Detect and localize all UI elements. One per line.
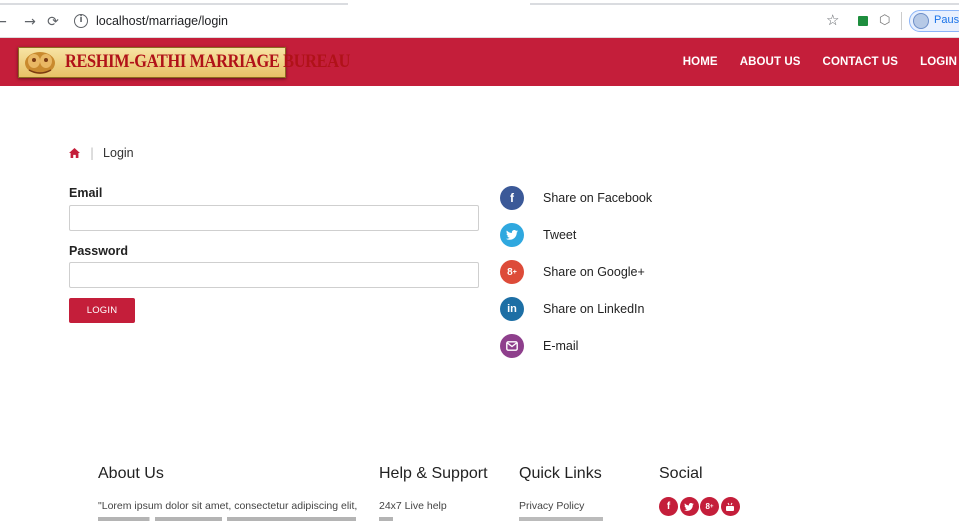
footer-about-heading: About Us xyxy=(98,465,164,482)
youtube-icon[interactable] xyxy=(720,497,740,516)
logo-emblem-icon xyxy=(25,52,55,74)
browser-toolbar: ← → ⟳ i localhost/marriage/login ☆ ⬡ Pau… xyxy=(0,0,959,38)
footer-quick-heading: Quick Links xyxy=(519,465,602,482)
nav-home[interactable]: HOME xyxy=(683,56,718,68)
footer-help-heading: Help & Support xyxy=(379,465,488,482)
bookmark-star-icon[interactable]: ☆ xyxy=(826,11,839,29)
google-plus-icon: 8 + xyxy=(500,260,524,284)
share-email-label: E-mail xyxy=(543,339,579,353)
nav-about-us[interactable]: ABOUT US xyxy=(740,56,801,68)
site-info-icon[interactable]: i xyxy=(74,14,88,28)
address-bar[interactable]: localhost/marriage/login xyxy=(96,14,228,28)
back-button[interactable]: ← xyxy=(0,14,8,30)
password-field[interactable] xyxy=(69,262,479,288)
forward-button[interactable]: → xyxy=(23,14,37,30)
home-icon[interactable] xyxy=(69,148,80,158)
extension-icon[interactable] xyxy=(858,16,868,26)
email-field[interactable] xyxy=(69,205,479,231)
share-linkedin[interactable]: in Share on LinkedIn xyxy=(500,297,644,321)
breadcrumb-current: Login xyxy=(103,146,134,160)
tab-edge xyxy=(530,3,959,5)
share-email[interactable]: E-mail xyxy=(500,334,578,358)
tab-edge xyxy=(0,3,348,5)
share-facebook-label: Share on Facebook xyxy=(543,191,653,205)
footer-quick-item[interactable]: Privacy Policy xyxy=(519,500,584,512)
share-google-plus[interactable]: 8 + Share on Google+ xyxy=(500,260,645,284)
main-nav: HOME ABOUT US CONTACT US LOGIN xyxy=(683,38,959,86)
login-button[interactable]: LOGIN xyxy=(69,298,135,323)
google-plus-icon[interactable]: 8 + xyxy=(700,497,719,516)
footer-help-item-more[interactable] xyxy=(379,516,399,521)
linkedin-icon: in xyxy=(500,297,524,321)
nav-contact-us[interactable]: CONTACT US xyxy=(823,56,899,68)
share-twitter[interactable]: Tweet xyxy=(500,223,576,247)
toolbar-divider xyxy=(901,12,902,30)
share-google-plus-label: Share on Google+ xyxy=(543,265,645,279)
email-icon xyxy=(500,334,524,358)
password-label: Password xyxy=(69,244,129,258)
footer-help-item[interactable]: 24x7 Live help xyxy=(379,500,447,512)
footer-about-text-more xyxy=(98,516,358,521)
facebook-icon[interactable]: f xyxy=(659,497,678,516)
share-twitter-label: Tweet xyxy=(543,228,577,242)
profile-button[interactable]: Paused xyxy=(909,10,959,32)
twitter-icon[interactable] xyxy=(679,497,699,516)
twitter-icon xyxy=(500,223,524,247)
share-linkedin-label: Share on LinkedIn xyxy=(543,302,645,316)
avatar xyxy=(913,13,929,29)
extension-icon[interactable]: ⬡ xyxy=(879,13,890,28)
footer-about-text: "Lorem ipsum dolor sit amet, consectetur… xyxy=(98,500,358,512)
logo-text: RESHIM-GATHI MARRIAGE BUREAU xyxy=(65,51,351,72)
footer-social-heading: Social xyxy=(659,465,703,482)
nav-login[interactable]: LOGIN xyxy=(920,56,957,68)
breadcrumb-separator: | xyxy=(90,146,95,160)
facebook-icon: f xyxy=(500,186,524,210)
breadcrumb: | Login xyxy=(69,146,134,160)
site-header: RESHIM-GATHI MARRIAGE BUREAU HOME ABOUT … xyxy=(0,38,959,86)
email-label: Email xyxy=(69,186,103,200)
site-logo[interactable]: RESHIM-GATHI MARRIAGE BUREAU xyxy=(18,47,350,78)
reload-button[interactable]: ⟳ xyxy=(46,14,60,30)
tab-strip xyxy=(0,0,959,6)
share-facebook[interactable]: f Share on Facebook xyxy=(500,186,652,210)
footer-quick-item-more[interactable] xyxy=(519,516,609,521)
footer-social-icons: f 8 + xyxy=(659,497,741,516)
profile-status: Paused xyxy=(934,14,959,26)
